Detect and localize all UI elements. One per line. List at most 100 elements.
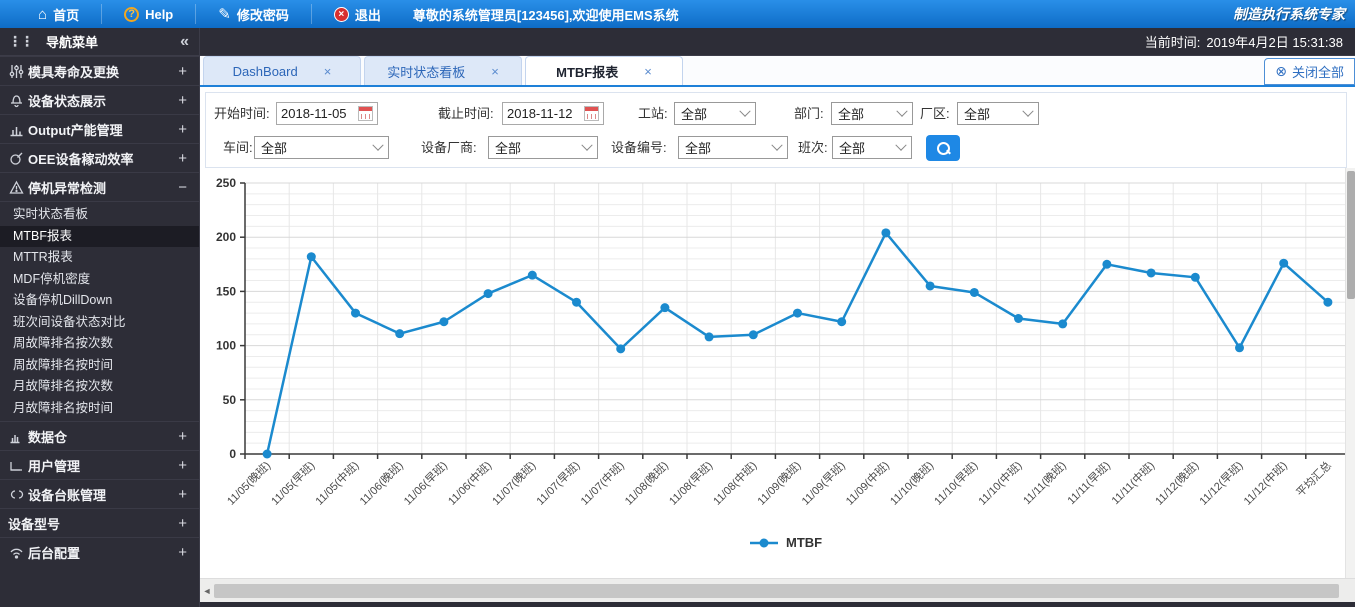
sidebar-item-device-model[interactable]: 设备型号 + — [0, 508, 199, 537]
expand-plus-icon[interactable]: + — [178, 92, 187, 109]
submenu-week-rank-time[interactable]: 周故障排名按时间 — [0, 355, 199, 377]
help-button[interactable]: ? Help — [102, 4, 197, 24]
top-navigation-bar: ⌂ 首页 ? Help ✎ 修改密码 × 退出 尊敬的系统管理员[123456]… — [0, 0, 1355, 28]
sidebar-header: ⋮⋮ 导航菜单 « — [0, 28, 199, 56]
vertical-scrollbar-thumb[interactable] — [1347, 171, 1355, 299]
svg-text:11/11(晚班): 11/11(晚班) — [1021, 459, 1069, 507]
expand-plus-icon[interactable]: + — [178, 121, 187, 138]
tab-realtime-board[interactable]: 实时状态看板 × — [364, 56, 522, 85]
chevron-down-icon — [1022, 105, 1034, 117]
expand-plus-icon[interactable]: + — [178, 428, 187, 445]
close-all-tabs-button[interactable]: ⊗ 关闭全部 — [1264, 58, 1355, 85]
window-icon — [6, 458, 26, 473]
close-all-label: 关闭全部 — [1291, 65, 1344, 80]
sliders-icon — [6, 64, 26, 79]
collapse-minus-icon[interactable]: − — [178, 179, 187, 196]
search-button[interactable] — [926, 135, 960, 161]
sidebar-item-equipment-ledger[interactable]: 设备台账管理 + — [0, 479, 199, 508]
submenu-week-rank-count[interactable]: 周故障排名按次数 — [0, 333, 199, 355]
tab-close-icon[interactable]: × — [324, 64, 332, 79]
home-icon: ⌂ — [38, 5, 48, 23]
sidebar-item-output-capacity[interactable]: Output产能管理 + — [0, 114, 199, 143]
workshop-select[interactable]: 全部 — [254, 136, 389, 159]
filter-row-2: 车间: 全部 设备厂商: 全部 设备编号: 全部 班次: 全部 — [206, 135, 1346, 161]
tab-close-icon[interactable]: × — [644, 64, 652, 79]
svg-text:11/12(晚班): 11/12(晚班) — [1153, 459, 1202, 508]
end-date-input[interactable]: 2018-11-12 — [502, 102, 604, 125]
start-date-label: 开始时间: — [214, 106, 270, 121]
vendor-select[interactable]: 全部 — [488, 136, 598, 159]
navigation-sidebar: ⋮⋮ 导航菜单 « 模具寿命及更换 + 设备状态展示 + Output产能管理 … — [0, 28, 200, 607]
sidebar-item-oee-efficiency[interactable]: OEE设备稼动效率 + — [0, 143, 199, 172]
logout-icon: × — [333, 6, 349, 22]
chevron-down-icon — [372, 139, 384, 151]
chevron-down-icon — [895, 139, 907, 151]
wifi-icon — [6, 545, 26, 560]
sidebar-item-data-warehouse[interactable]: 数据仓 + — [0, 421, 199, 450]
legend-mtbf[interactable]: MTBF — [750, 535, 822, 550]
department-select[interactable]: 全部 — [831, 102, 913, 125]
shift-select[interactable]: 全部 — [832, 136, 912, 159]
tab-dashboard[interactable]: DashBoard × — [203, 56, 361, 85]
horizontal-scrollbar[interactable]: ◄ — [200, 578, 1355, 602]
sidebar-item-mold-life[interactable]: 模具寿命及更换 + — [0, 56, 199, 85]
mtbf-chart-area: 0 50 100 150 200 250 11/05(晚班) 11/05(早班) 11/05(中… — [200, 168, 1345, 574]
submenu-mtbf-report[interactable]: MTBF报表 — [0, 225, 199, 247]
svg-text:11/11(中班): 11/11(中班) — [1109, 459, 1157, 507]
svg-text:0: 0 — [229, 447, 236, 461]
expand-plus-icon[interactable]: + — [178, 457, 187, 474]
gauge-icon — [6, 151, 26, 166]
bottom-strip — [200, 602, 1355, 607]
svg-text:11/08(中班): 11/08(中班) — [711, 459, 760, 508]
sidebar-item-device-status[interactable]: 设备状态展示 + — [0, 85, 199, 114]
help-label: Help — [145, 6, 174, 22]
bar-chart-icon — [6, 122, 26, 137]
change-password-button[interactable]: ✎ 修改密码 — [196, 4, 312, 24]
submenu-drilldown[interactable]: 设备停机DillDown — [0, 290, 199, 312]
expand-plus-icon[interactable]: + — [178, 486, 187, 503]
sidebar-collapse-icon[interactable]: « — [180, 33, 189, 51]
expand-plus-icon[interactable]: + — [178, 150, 187, 167]
svg-text:11/10(晚班): 11/10(晚班) — [887, 459, 936, 508]
station-select[interactable]: 全部 — [674, 102, 756, 125]
brand-slogan: 制造执行系统专家 — [1233, 6, 1345, 22]
expand-plus-icon[interactable]: + — [178, 515, 187, 532]
svg-text:11/09(早班): 11/09(早班) — [799, 459, 848, 508]
close-all-icon: ⊗ — [1275, 63, 1287, 79]
start-date-input[interactable]: 2018-11-05 — [276, 102, 378, 125]
tab-close-icon[interactable]: × — [491, 64, 499, 79]
sidebar-item-user-management[interactable]: 用户管理 + — [0, 450, 199, 479]
vertical-scrollbar[interactable] — [1345, 168, 1355, 584]
current-time-label: 当前时间: — [1144, 35, 1201, 50]
svg-text:200: 200 — [216, 230, 236, 244]
submenu-mdf-density[interactable]: MDF停机密度 — [0, 269, 199, 291]
filter-row-1: 开始时间: 2018-11-05 截止时间: 2018-11-12 工站: 全部 — [206, 102, 1346, 126]
svg-text:11/10(中班): 11/10(中班) — [976, 459, 1025, 508]
scroll-left-arrow-icon[interactable]: ◄ — [200, 586, 214, 596]
factory-select[interactable]: 全部 — [957, 102, 1039, 125]
device-id-select[interactable]: 全部 — [678, 136, 788, 159]
home-button[interactable]: ⌂ 首页 — [0, 4, 103, 24]
svg-text:11/07(早班): 11/07(早班) — [534, 459, 583, 508]
calendar-icon[interactable] — [584, 106, 599, 121]
calendar-icon[interactable] — [358, 106, 373, 121]
tab-mtbf-report[interactable]: MTBF报表 × — [525, 56, 683, 85]
submenu-realtime-board[interactable]: 实时状态看板 — [0, 204, 199, 226]
main-area: 当前时间: 2019年4月2日 15:31:38 DashBoard × 实时状… — [200, 28, 1355, 607]
expand-plus-icon[interactable]: + — [178, 544, 187, 561]
horizontal-scrollbar-thumb[interactable] — [214, 583, 1339, 598]
sidebar-item-backend-config[interactable]: 后台配置 + — [0, 537, 199, 566]
department-label: 部门: — [794, 106, 824, 121]
submenu-mttr-report[interactable]: MTTR报表 — [0, 247, 199, 269]
expand-plus-icon[interactable]: + — [178, 63, 187, 80]
search-icon — [936, 141, 950, 155]
submenu-month-rank-time[interactable]: 月故障排名按时间 — [0, 398, 199, 420]
svg-text:11/10(早班): 11/10(早班) — [932, 459, 981, 508]
tab-label: DashBoard — [232, 63, 298, 79]
submenu-shift-compare[interactable]: 班次间设备状态对比 — [0, 312, 199, 334]
submenu-month-rank-count[interactable]: 月故障排名按次数 — [0, 376, 199, 398]
chevron-down-icon — [771, 139, 783, 151]
logout-button[interactable]: × 退出 — [312, 4, 403, 24]
sidebar-item-downtime-detect[interactable]: 停机异常检测 − — [0, 172, 199, 201]
svg-text:平均汇总: 平均汇总 — [1293, 458, 1334, 499]
